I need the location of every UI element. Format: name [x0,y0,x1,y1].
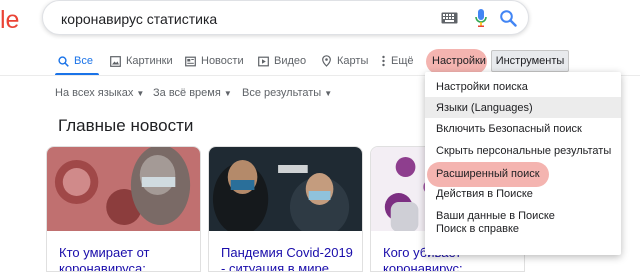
search-input[interactable] [61,10,421,27]
tab-label: Картинки [126,55,173,67]
filter-language[interactable]: На всех языках ▼ [55,87,144,99]
video-icon [258,56,269,66]
tab-maps[interactable]: Карты [321,51,368,71]
search-icon [58,55,69,67]
news-thumbnail[interactable] [209,147,362,231]
menu-item-your-data[interactable]: Ваши данные в Поиске [425,205,621,226]
tab-label: Все [74,55,93,67]
menu-item-advanced-search[interactable]: Расширенный поиск [425,163,555,184]
tab-video[interactable]: Видео [258,51,306,71]
caret-down-icon: ▼ [324,89,333,98]
news-card[interactable]: Кто умирает от коронавируса: [46,146,201,272]
menu-item-search-settings[interactable]: Настройки поиска [425,76,621,97]
tab-more[interactable]: Ещё [381,51,414,71]
map-pin-icon [322,55,331,67]
news-card-title[interactable]: Кто умирает от коронавируса: [59,245,197,271]
menu-item-safe-search[interactable]: Включить Безопасный поиск [425,118,621,139]
tools-button[interactable]: Инструменты [491,50,569,72]
filter-label: За всё время [153,87,221,99]
tab-label: Новости [201,55,244,67]
menu-item-hide-personal-results[interactable]: Скрыть персональные результаты [425,140,621,161]
news-thumbnail[interactable] [47,147,200,231]
caret-down-icon: ▼ [136,89,145,98]
tab-label: Настройки [432,55,486,67]
filter-results[interactable]: Все результаты ▼ [242,87,332,99]
news-icon [185,56,196,66]
tab-label: Карты [337,55,369,67]
news-card-title[interactable]: Пандемия Covid-2019 - ситуация в мире [221,245,359,271]
filter-time[interactable]: За всё время ▼ [153,87,232,99]
keyboard-icon[interactable] [441,12,458,24]
more-dots-icon [382,55,385,67]
tab-images[interactable]: Картинки [110,51,173,71]
tab-news[interactable]: Новости [185,51,244,71]
filter-label: Все результаты [242,87,322,99]
tab-label: Видео [274,55,307,67]
filter-label: На всех языках [55,87,134,99]
caret-down-icon: ▼ [223,89,232,98]
microphone-icon[interactable] [474,8,488,28]
image-icon [110,55,121,67]
tab-label: Ещё [391,55,414,67]
search-icon[interactable] [499,9,517,27]
news-card[interactable]: Пандемия Covid-2019 - ситуация в мире [208,146,363,272]
tab-all[interactable]: Все [58,51,93,71]
top-stories-heading: Главные новости [58,116,194,135]
menu-item-languages[interactable]: Языки (Languages) [425,97,621,118]
search-box [42,0,529,35]
tab-settings[interactable]: Настройки [432,51,486,71]
google-logo-fragment[interactable]: le [0,6,19,35]
